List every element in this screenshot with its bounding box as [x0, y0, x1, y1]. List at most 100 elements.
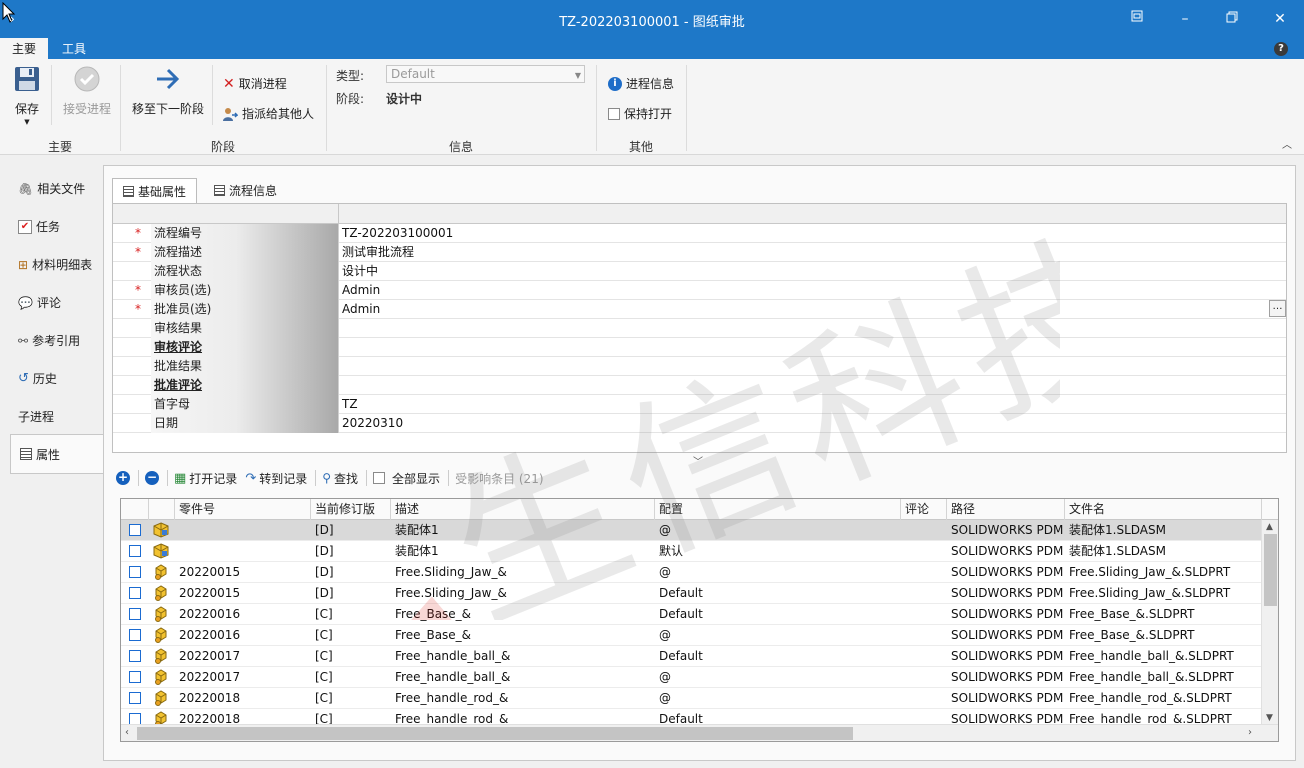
row-checkbox[interactable] — [129, 692, 141, 704]
row-checkbox[interactable] — [129, 608, 141, 620]
property-row[interactable]: * 流程描述 测试审批流程 — [113, 243, 1286, 262]
table-row[interactable]: 20220015 [D] Free.Sliding_Jaw_& Default SOLI… — [121, 583, 1262, 604]
row-checkbox[interactable] — [129, 629, 141, 641]
row-checkbox[interactable] — [129, 671, 141, 683]
grid-column-header[interactable]: 文件名 — [1065, 499, 1262, 520]
assign-to-others-label: 指派给其他人 — [242, 107, 315, 121]
property-row[interactable]: * 审核员(选) Admin — [113, 281, 1286, 300]
property-key[interactable]: 审核评论 — [151, 338, 339, 357]
show-all-checkbox[interactable]: 全部显示 — [373, 470, 440, 487]
save-dropdown-icon[interactable]: ▼ — [11, 118, 43, 126]
tab-process-info[interactable]: 流程信息 — [204, 178, 287, 203]
grid-column-header[interactable]: 描述 — [391, 499, 655, 520]
property-row[interactable]: 批准结果 — [113, 357, 1286, 376]
table-row[interactable]: 20220018 [C] Free_handle_rod_& @ SOLIDWORKS … — [121, 688, 1262, 709]
browse-ellipsis-button[interactable]: … — [1269, 300, 1286, 317]
restore-layout-icon[interactable] — [1127, 9, 1147, 29]
grid-column-header[interactable]: 评论 — [901, 499, 947, 520]
scroll-up-icon[interactable]: ▲ — [1266, 522, 1273, 532]
add-button[interactable]: + — [116, 471, 130, 485]
affected-items-button[interactable]: 受影响条目 (21) — [455, 470, 543, 487]
find-button[interactable]: ⚲ 查找 — [322, 470, 358, 487]
property-value[interactable]: 设计中 — [342, 262, 378, 281]
scroll-left-icon[interactable]: ‹ — [125, 727, 129, 738]
property-value[interactable]: TZ-202203100001 — [342, 224, 453, 243]
property-row[interactable]: 首字母 TZ — [113, 395, 1286, 414]
property-value[interactable]: 20220310 — [342, 414, 403, 433]
property-value[interactable]: 测试审批流程 — [342, 243, 414, 262]
row-checkbox[interactable] — [129, 545, 141, 557]
horizontal-scroll-thumb[interactable] — [137, 727, 853, 740]
keep-open-checkbox[interactable]: 保持打开 — [608, 105, 672, 122]
move-next-stage-button[interactable]: 移至下一阶段 — [130, 65, 206, 117]
grid-column-header[interactable]: 当前修订版 — [311, 499, 391, 520]
scroll-down-icon[interactable]: ▼ — [1266, 713, 1273, 723]
grid-column-header[interactable]: 配置 — [655, 499, 901, 520]
accept-process-button[interactable]: 接受进程 — [62, 65, 112, 117]
nav-item-comments[interactable]: 💬 评论 — [18, 294, 61, 311]
properties-icon — [123, 185, 134, 197]
scroll-right-icon[interactable]: › — [1248, 727, 1252, 738]
tab-tools[interactable]: 工具 — [50, 38, 98, 59]
close-button[interactable]: ✕ — [1270, 9, 1290, 29]
process-info-button[interactable]: i 进程信息 — [608, 75, 674, 92]
help-icon[interactable]: ? — [1274, 42, 1288, 56]
table-row[interactable]: [D] 装配体1 @ SOLIDWORKS PDM 装配体1.SLDASM — [121, 520, 1262, 541]
property-value[interactable]: Admin — [342, 300, 380, 319]
minimize-button[interactable]: – — [1175, 9, 1195, 29]
property-row[interactable]: 审核评论 — [113, 338, 1286, 357]
grid-cell-config: Default — [659, 607, 703, 621]
property-row[interactable]: 审核结果 — [113, 319, 1286, 338]
property-key[interactable]: 批准评论 — [151, 376, 339, 395]
property-row[interactable]: 流程状态 设计中 — [113, 262, 1286, 281]
nav-item-tasks[interactable]: ✔ 任务 — [18, 218, 60, 235]
property-row[interactable]: * 批准员(选) Admin… — [113, 300, 1286, 319]
nav-item-history[interactable]: ↺ 历史 — [18, 370, 57, 387]
type-select[interactable]: Default ▼ — [386, 65, 585, 83]
grid-column-header[interactable]: 零件号 — [175, 499, 311, 520]
grid-cell-part — [175, 541, 311, 562]
nav-item-references[interactable]: ⚯ 参考引用 — [18, 332, 80, 349]
maximize-button[interactable] — [1222, 9, 1242, 29]
type-select-value: Default — [391, 67, 435, 81]
cancel-process-button[interactable]: ✕ 取消进程 — [223, 75, 287, 92]
horizontal-scrollbar[interactable]: ‹ › — [121, 724, 1278, 741]
expand-splitter-icon[interactable]: ﹀ — [693, 453, 703, 468]
goto-record-button[interactable]: ↷ 转到记录 — [245, 470, 307, 487]
table-row[interactable]: 20220017 [C] Free_handle_ball_& Default SOLI… — [121, 646, 1262, 667]
property-value[interactable]: Admin — [342, 281, 380, 300]
grid-cell-part: 20220017 — [179, 670, 241, 684]
table-row[interactable]: 20220015 [D] Free.Sliding_Jaw_& @ SOLIDWORKS… — [121, 562, 1262, 583]
vertical-scroll-thumb[interactable] — [1264, 534, 1277, 606]
property-row[interactable]: 日期 20220310 — [113, 414, 1286, 433]
table-row[interactable]: 20220017 [C] Free_handle_ball_& @ SOLIDWORKS… — [121, 667, 1262, 688]
grid-header: 零件号 当前修订版 描述 配置 评论 路径 文件名 — [121, 499, 1278, 520]
nav-item-subprocess[interactable]: 子进程 — [18, 408, 54, 425]
property-key: 日期 — [151, 414, 339, 433]
assign-to-others-button[interactable]: 指派给其他人 — [222, 105, 314, 122]
property-value[interactable]: TZ — [342, 395, 358, 414]
vertical-scrollbar[interactable]: ▲ ▼ — [1261, 520, 1278, 725]
open-record-icon: ▦ — [174, 470, 187, 486]
remove-button[interactable]: − — [145, 471, 159, 485]
table-row[interactable]: [D] 装配体1 默认 SOLIDWORKS PDM 装配体1.SLDASM — [121, 541, 1262, 562]
tab-basic-properties[interactable]: 基础属性 — [112, 178, 198, 203]
grid-column-header[interactable]: 路径 — [947, 499, 1065, 520]
row-checkbox[interactable] — [129, 587, 141, 599]
row-checkbox[interactable] — [129, 524, 141, 536]
nav-item-related-files[interactable]: 🖇 相关文件 — [18, 180, 85, 197]
table-row[interactable]: 20220016 [C] Free_Base_& @ SOLIDWORKS PDM Fre… — [121, 625, 1262, 646]
row-checkbox[interactable] — [129, 650, 141, 662]
row-checkbox[interactable] — [129, 566, 141, 578]
tab-main[interactable]: 主要 — [0, 38, 49, 59]
nav-item-bom[interactable]: ⊞ 材料明细表 — [18, 256, 92, 273]
grid-cell-desc: Free_handle_rod_& — [395, 691, 509, 705]
save-button[interactable]: 保存 ▼ — [11, 65, 43, 126]
open-record-button[interactable]: ▦ 打开记录 — [174, 470, 237, 487]
table-row[interactable]: 20220016 [C] Free_Base_& Default SOLIDWORKS … — [121, 604, 1262, 625]
property-row[interactable]: 批准评论 — [113, 376, 1286, 395]
nav-item-properties[interactable]: 属性 — [10, 434, 103, 474]
property-row[interactable]: * 流程编号 TZ-202203100001 — [113, 224, 1286, 243]
collapse-ribbon-icon[interactable]: ︿ — [1282, 136, 1292, 151]
grid-cell-path: SOLIDWORKS PDM — [951, 586, 1064, 600]
